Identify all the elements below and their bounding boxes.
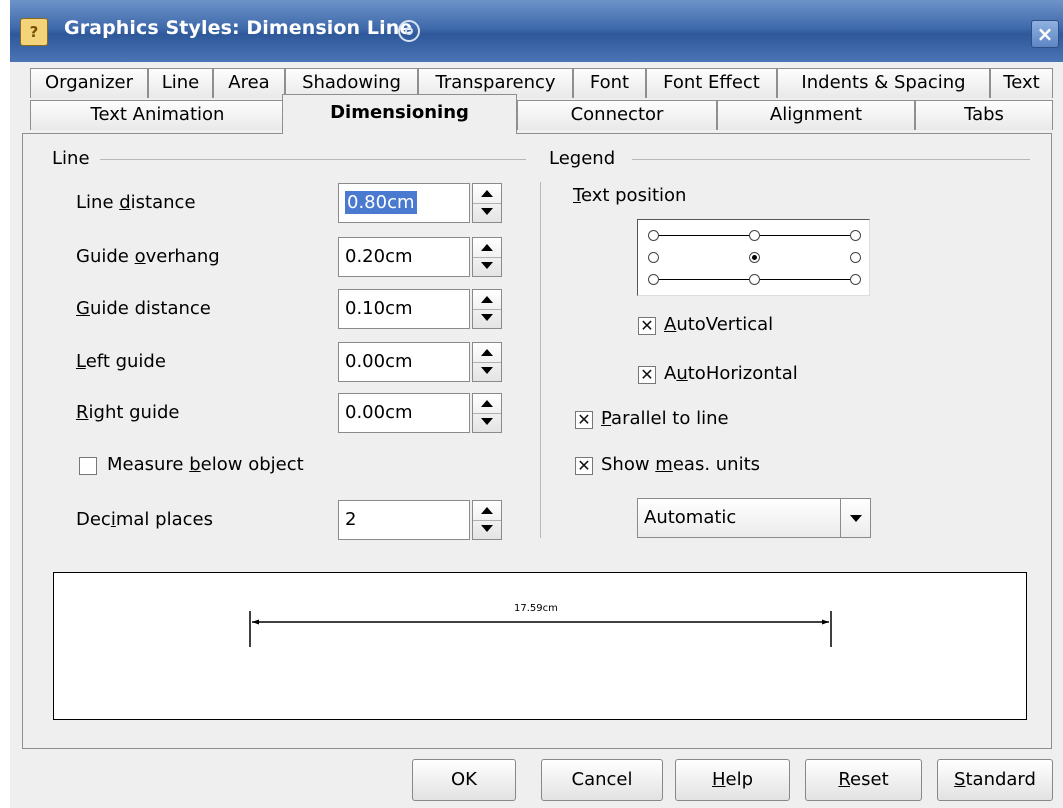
decimal-places-down-button[interactable] — [473, 520, 501, 539]
text-position-bottom-right-radio[interactable] — [850, 274, 861, 285]
parallel-to-line-label[interactable]: Parallel to line — [601, 408, 729, 429]
guide-overhang-label: Guide overhang — [76, 246, 220, 267]
show-units-checkbox[interactable]: ✕ — [575, 457, 593, 475]
text-position-bottom-center-radio[interactable] — [749, 274, 760, 285]
text-position-middle-left-radio[interactable] — [648, 252, 659, 263]
guide-overhang-input[interactable]: 0.20cm — [338, 237, 470, 277]
decimal-places-label: Decimal places — [76, 509, 213, 530]
text-position-middle-center-radio[interactable] — [749, 252, 760, 263]
right-guide-input[interactable]: 0.00cm — [338, 393, 470, 433]
line-group-label: Line — [52, 148, 90, 169]
auto-vertical-checkbox[interactable]: ✕ — [638, 317, 656, 335]
text-position-bottom-left-radio[interactable] — [648, 274, 659, 285]
measure-below-label[interactable]: Measure below object — [107, 454, 304, 475]
guide-distance-input[interactable]: 0.10cm — [338, 289, 470, 329]
decimal-places-input[interactable]: 2 — [338, 500, 470, 540]
cancel-button[interactable]: Cancel — [541, 759, 663, 801]
auto-horizontal-label[interactable]: AutoHorizontal — [664, 363, 798, 384]
auto-vertical-label[interactable]: AutoVertical — [664, 314, 773, 335]
guide-distance-down-button[interactable] — [473, 309, 501, 328]
decimal-places-up-button[interactable] — [473, 501, 501, 521]
show-units-label[interactable]: Show meas. units — [601, 454, 760, 475]
right-guide-up-button[interactable] — [473, 394, 501, 414]
guide-distance-spinbox[interactable]: 0.10cm — [338, 289, 502, 329]
text-position-top-center-radio[interactable] — [749, 230, 760, 241]
guide-overhang-spinbox[interactable]: 0.20cm — [338, 237, 502, 277]
left-guide-down-button[interactable] — [473, 362, 501, 381]
ok-button[interactable]: OK — [412, 759, 516, 801]
line-distance-label: Line distance — [76, 192, 196, 213]
left-guide-label: Left guide — [76, 351, 166, 372]
right-guide-spinbox[interactable]: 0.00cm — [338, 393, 502, 433]
standard-button[interactable]: Standard — [937, 759, 1053, 801]
guide-overhang-up-button[interactable] — [473, 238, 501, 258]
guide-overhang-down-button[interactable] — [473, 257, 501, 276]
legend-group-divider — [632, 159, 1030, 160]
line-distance-down-button[interactable] — [473, 203, 501, 222]
left-guide-up-button[interactable] — [473, 343, 501, 363]
line-distance-input[interactable]: 0.80cm — [338, 183, 470, 223]
right-guide-down-button[interactable] — [473, 413, 501, 432]
line-distance-up-button[interactable] — [473, 184, 501, 204]
left-guide-spinbox[interactable]: 0.00cm — [338, 342, 502, 382]
line-group-divider — [100, 159, 526, 160]
help-button[interactable]: Help — [675, 759, 790, 801]
parallel-to-line-checkbox[interactable]: ✕ — [575, 411, 593, 429]
guide-distance-label: Guide distance — [76, 298, 211, 319]
measure-below-checkbox[interactable] — [79, 457, 97, 475]
text-position-top-left-radio[interactable] — [648, 230, 659, 241]
dimension-line-graphic — [249, 611, 832, 647]
line-distance-value: 0.80cm — [345, 191, 417, 214]
units-dropdown-value: Automatic — [644, 507, 737, 528]
text-position-label: Text position — [573, 185, 687, 206]
group-separator — [540, 182, 541, 538]
reset-button[interactable]: Reset — [805, 759, 922, 801]
legend-group-label: Legend — [549, 148, 616, 169]
units-dropdown[interactable]: Automatic — [637, 498, 871, 538]
dimension-preview: 17.59cm — [53, 572, 1027, 720]
dimension-measure-text: 17.59cm — [514, 603, 558, 614]
guide-distance-up-button[interactable] — [473, 290, 501, 310]
right-guide-label: Right guide — [76, 402, 180, 423]
chevron-down-icon[interactable] — [840, 499, 870, 537]
line-distance-spinbox[interactable]: 0.80cm — [338, 183, 502, 223]
text-position-selector[interactable] — [637, 219, 870, 296]
left-guide-input[interactable]: 0.00cm — [338, 342, 470, 382]
decimal-places-spinbox[interactable]: 2 — [338, 500, 502, 540]
text-position-middle-right-radio[interactable] — [850, 252, 861, 263]
auto-horizontal-checkbox[interactable]: ✕ — [638, 366, 656, 384]
text-position-top-right-radio[interactable] — [850, 230, 861, 241]
